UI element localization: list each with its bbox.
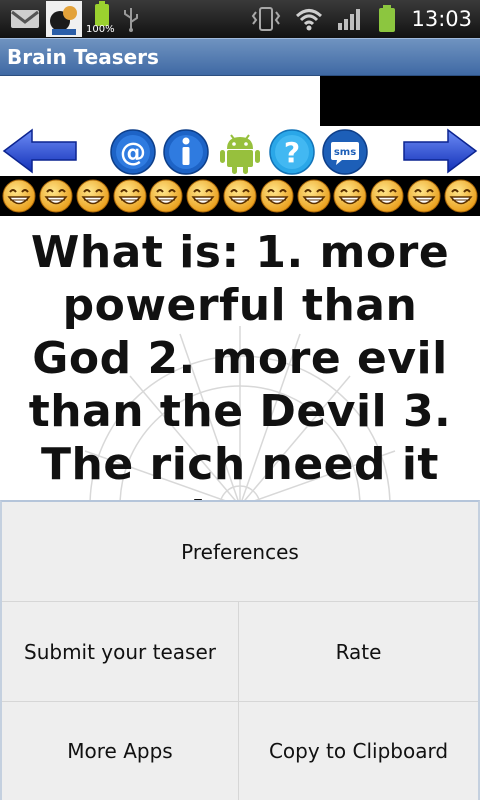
teaser-text: What is: 1. more powerful than God 2. mo… <box>28 227 452 500</box>
smiley-icon <box>407 179 441 213</box>
smiley-icon <box>297 179 330 213</box>
smiley-strip <box>0 176 480 216</box>
status-bar-left: 100% <box>10 0 140 38</box>
rate-label: Rate <box>335 639 382 664</box>
sms-icon[interactable]: sms <box>322 129 368 175</box>
smiley-icon <box>370 179 404 213</box>
smiley-icon <box>39 179 73 213</box>
submit-teaser-menu-item[interactable]: Submit your teaser <box>2 602 239 702</box>
forward-arrow-icon[interactable] <box>402 128 478 174</box>
smiley-icon <box>260 179 294 213</box>
info-icon[interactable] <box>163 129 209 175</box>
battery-icon <box>379 5 396 32</box>
smiley-icon <box>186 179 220 213</box>
svg-text:?: ? <box>284 136 300 169</box>
smiley-icon <box>113 179 147 213</box>
email-icon[interactable]: @ <box>110 129 156 175</box>
ad-banner[interactable] <box>320 76 480 126</box>
more-apps-label: More Apps <box>67 739 173 763</box>
status-bar-right: 13:03 <box>251 0 472 38</box>
status-bar: 100% 13:03 <box>0 0 480 38</box>
smiley-icon <box>333 179 367 213</box>
back-arrow-icon[interactable] <box>2 128 78 174</box>
copy-to-clipboard-label: Copy to Clipboard <box>268 739 449 763</box>
title-bar: Brain Teasers <box>0 38 480 76</box>
smiley-icon <box>2 179 36 213</box>
smiley-icon <box>149 179 183 213</box>
battery-percent: 100% <box>86 24 115 35</box>
toolbar: @ ? sms <box>0 126 480 176</box>
ad-area <box>0 76 320 126</box>
wifi-icon <box>296 9 323 31</box>
signal-icon <box>338 9 361 30</box>
preferences-menu-item[interactable]: Preferences <box>2 502 478 602</box>
smiley-icon <box>76 179 110 213</box>
options-menu: Preferences Submit your teaser Rate More… <box>0 500 480 800</box>
app-title: Brain Teasers <box>7 45 159 69</box>
gmail-icon <box>11 10 39 28</box>
smiley-icon <box>444 179 478 213</box>
svg-text:@: @ <box>120 138 146 168</box>
smiley-icon <box>223 179 257 213</box>
submit-teaser-label: Submit your teaser <box>24 639 216 664</box>
preferences-label: Preferences <box>181 539 299 564</box>
android-icon[interactable] <box>217 129 263 175</box>
clock: 13:03 <box>411 7 472 31</box>
copy-to-clipboard-menu-item[interactable]: Copy to Clipboard <box>239 702 478 800</box>
notification-avatar-icon <box>46 1 82 37</box>
teaser-content: What is: 1. more powerful than God 2. mo… <box>0 216 480 500</box>
more-apps-menu-item[interactable]: More Apps <box>2 702 239 800</box>
help-icon[interactable]: ? <box>269 129 315 175</box>
usb-icon <box>124 8 138 32</box>
vibrate-icon <box>252 7 281 31</box>
svg-text:sms: sms <box>334 147 356 158</box>
battery-small-indicator: 100% <box>86 1 116 37</box>
rate-menu-item[interactable]: Rate <box>239 602 478 702</box>
